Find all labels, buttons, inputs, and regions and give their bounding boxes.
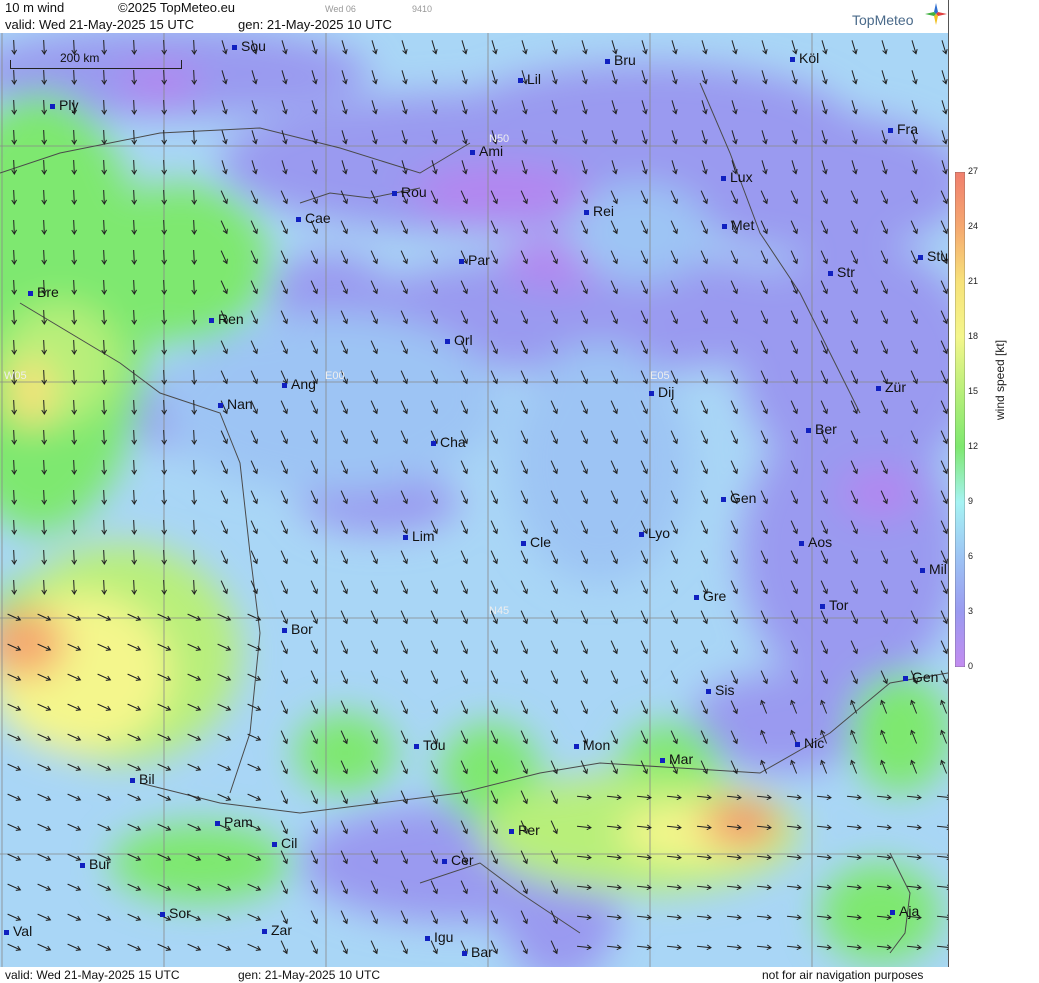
colorbar-tick-label: 3 — [968, 606, 974, 616]
colorbar-title: wind speed [kt] — [993, 339, 1007, 420]
speed-blob — [410, 163, 590, 223]
colorbar-tick-label: 9 — [968, 496, 974, 506]
map-header: 10 m wind ©2025 TopMeteo.eu Wed 06 9410 … — [0, 0, 948, 33]
disclaimer: not for air navigation purposes — [762, 968, 924, 982]
footer-gen: gen: 21-May-2025 10 UTC — [238, 968, 381, 982]
speed-blob — [570, 183, 710, 283]
speed-blob — [820, 863, 940, 963]
colorbar-tick-label: 24 — [968, 221, 979, 231]
colorbar-tick-label: 12 — [968, 441, 979, 451]
copyright: ©2025 TopMeteo.eu — [118, 0, 236, 15]
grid-label: E05 — [650, 370, 670, 382]
colorbar-tick-label: 27 — [968, 166, 979, 176]
product-title: 10 m wind — [5, 0, 65, 15]
speed-blob — [160, 313, 500, 493]
speed-blob — [295, 713, 395, 793]
colorbar-tick-label: 18 — [968, 331, 979, 341]
speed-blob — [120, 63, 200, 103]
colorbar-tick-label: 0 — [968, 661, 974, 671]
compass-star-icon — [925, 3, 947, 25]
grid-label: N50 — [489, 133, 510, 145]
speed-blob — [90, 183, 270, 343]
colorbar-tick-label: 15 — [968, 386, 979, 396]
wind-field — [0, 33, 948, 967]
topmeteo-logo: TopMeteo — [852, 12, 914, 28]
footer-valid: valid: Wed 21-May-2025 15 UTC — [5, 968, 180, 982]
colorbar — [955, 172, 965, 667]
id-code: 9410 — [412, 4, 433, 14]
colorbar-legend: 27 24 21 18 15 12 9 6 3 0 wind speed [kt] — [948, 0, 1039, 967]
grid-label: N45 — [489, 605, 510, 617]
scale-label: 200 km — [60, 51, 100, 65]
day-code: Wed 06 — [325, 4, 356, 14]
speed-blob — [730, 814, 770, 838]
colorbar-tick-label: 21 — [968, 276, 979, 286]
wind-map: 200 km N50 N45 E00 E05 W05 Sou Lil Bru Köl P… — [0, 33, 948, 967]
speed-blob — [110, 823, 290, 903]
valid-time: valid: Wed 21-May-2025 15 UTC — [5, 17, 195, 32]
colorbar-tick-label: 6 — [968, 551, 974, 561]
map-footer: valid: Wed 21-May-2025 15 UTC gen: 21-Ma… — [0, 967, 1039, 983]
speed-blob — [5, 358, 55, 428]
gen-time: gen: 21-May-2025 10 UTC — [238, 17, 392, 32]
grid-label: E00 — [325, 370, 345, 382]
speed-blob — [850, 673, 948, 793]
grid-label: W05 — [4, 370, 27, 382]
